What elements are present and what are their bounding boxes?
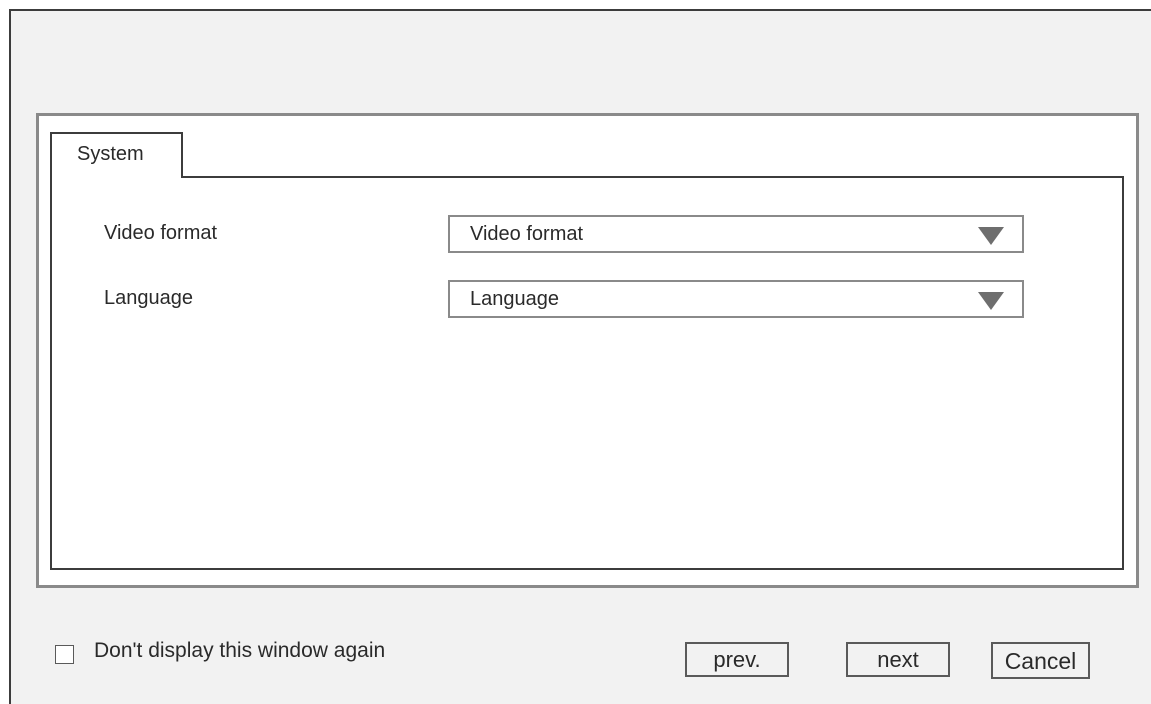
- dropdown-triangle-icon: [978, 227, 1004, 245]
- dont-display-again-checkbox[interactable]: [55, 645, 74, 664]
- video-format-value: Video format: [470, 223, 584, 245]
- tab-system-label: System: [77, 143, 144, 165]
- video-format-label: Video format: [104, 222, 218, 244]
- settings-panel: System Video format Video format Languag…: [36, 113, 1139, 588]
- cancel-button[interactable]: Cancel: [991, 642, 1090, 679]
- next-button[interactable]: next: [846, 642, 950, 677]
- video-format-select[interactable]: Video format: [448, 215, 1024, 253]
- language-value: Language: [470, 288, 559, 310]
- setup-wizard-window: System Video format Video format Languag…: [9, 9, 1151, 704]
- prev-button[interactable]: prev.: [685, 642, 789, 677]
- language-select[interactable]: Language: [448, 280, 1024, 318]
- tab-system[interactable]: System: [50, 132, 183, 178]
- language-label: Language: [104, 287, 193, 309]
- dropdown-triangle-icon: [978, 292, 1004, 310]
- tab-content-system: Video format Video format Language Langu…: [50, 176, 1124, 570]
- dont-display-again-label: Don't display this window again: [94, 639, 386, 662]
